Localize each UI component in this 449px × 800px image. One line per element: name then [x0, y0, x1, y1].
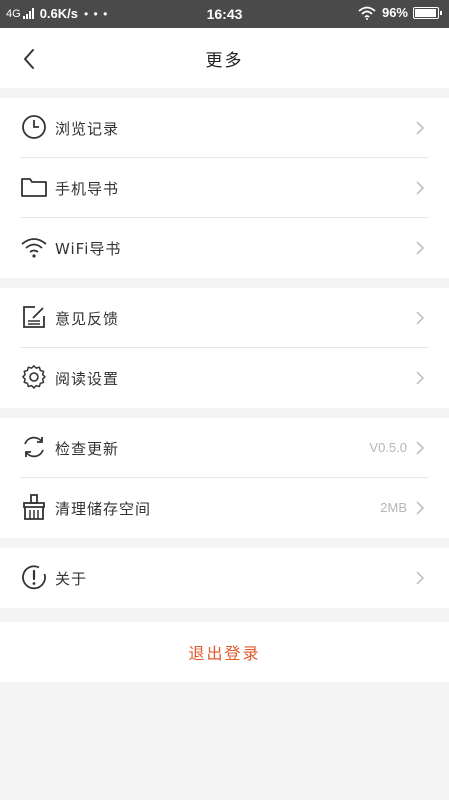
settings-group-1: 浏览记录 手机导书 WiFi导书 — [0, 98, 449, 278]
refresh-icon — [20, 433, 48, 461]
clock-icon — [20, 113, 48, 141]
menu-item-label: 关于 — [55, 570, 88, 588]
page-title: 更多 — [205, 51, 244, 71]
menu-item-label: 阅读设置 — [55, 370, 120, 388]
folder-icon — [20, 173, 48, 201]
chevron-right-icon — [416, 121, 425, 135]
logout-button[interactable]: 退出登录 — [0, 622, 449, 682]
menu-item-label: 检查更新 — [55, 440, 120, 458]
menu-item-feedback[interactable]: 意见反馈 — [0, 288, 449, 348]
settings-group-2: 意见反馈 阅读设置 — [0, 288, 449, 408]
wifi-status-icon — [358, 6, 376, 20]
menu-item-clear-storage[interactable]: 清理储存空间 2MB — [0, 478, 449, 538]
menu-item-label: 手机导书 — [55, 180, 120, 198]
info-icon — [20, 563, 48, 591]
chevron-right-icon — [416, 571, 425, 585]
menu-item-about[interactable]: 关于 — [0, 548, 449, 608]
chevron-right-icon — [416, 311, 425, 325]
menu-item-wifi-import[interactable]: WiFi导书 — [0, 218, 449, 278]
menu-item-phone-import[interactable]: 手机导书 — [0, 158, 449, 218]
settings-group-3: 检查更新 V0.5.0 清理储存空间 2MB — [0, 418, 449, 538]
settings-group-4: 关于 — [0, 548, 449, 608]
status-right: 96% — [358, 5, 442, 20]
chevron-right-icon — [416, 371, 425, 385]
menu-item-history[interactable]: 浏览记录 — [0, 98, 449, 158]
menu-item-reading-settings[interactable]: 阅读设置 — [0, 348, 449, 408]
menu-item-label: 意见反馈 — [55, 310, 120, 328]
gear-icon — [20, 363, 48, 391]
broom-icon — [20, 493, 48, 521]
battery-icon — [413, 6, 442, 19]
logout-label: 退出登录 — [188, 644, 261, 663]
menu-item-label: 清理储存空间 — [55, 500, 152, 518]
feedback-icon — [20, 303, 48, 331]
menu-item-check-update[interactable]: 检查更新 V0.5.0 — [0, 418, 449, 478]
status-bar: 4G 0.6K/s • • • 16:43 96% — [0, 0, 449, 28]
title-bar: 更多 — [0, 28, 449, 88]
wifi-icon — [20, 233, 48, 261]
chevron-right-icon — [416, 181, 425, 195]
chevron-right-icon — [416, 241, 425, 255]
menu-item-label: WiFi导书 — [55, 240, 122, 258]
storage-value: 2MB — [380, 500, 407, 515]
chevron-right-icon — [416, 441, 425, 455]
version-value: V0.5.0 — [369, 440, 407, 455]
menu-item-label: 浏览记录 — [55, 120, 120, 138]
chevron-right-icon — [416, 501, 425, 515]
battery-percent: 96% — [381, 5, 408, 20]
